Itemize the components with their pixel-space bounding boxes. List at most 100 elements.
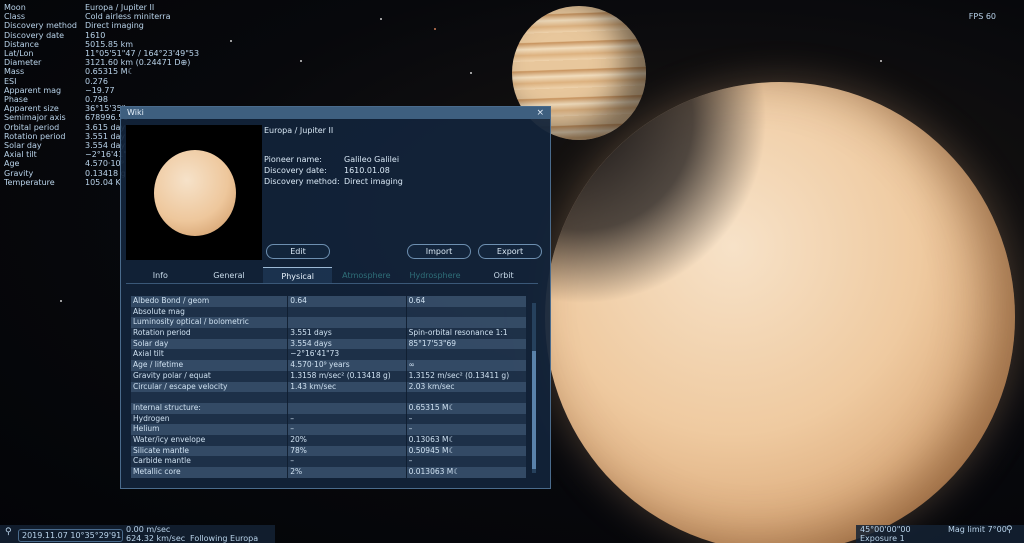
tab-orbit[interactable]: Orbit <box>469 267 538 283</box>
detail-value: Direct imaging <box>344 177 403 186</box>
table-row: Albedo Bond / geom 0.64 0.64 <box>131 296 526 307</box>
tab-physical[interactable]: Physical <box>263 267 333 283</box>
table-cell[interactable]: 0.50945 M☾ <box>407 446 526 457</box>
hud-label: Lat/Lon <box>4 49 34 59</box>
hud-row: Moon Europa / Jupiter II <box>4 3 199 12</box>
hud-row: Discovery date 1610 <box>4 31 199 40</box>
table-cell[interactable]: 0.64 <box>407 296 526 307</box>
table-row: Luminosity optical / bolometric <box>131 317 526 329</box>
europa-shadow <box>545 82 1015 543</box>
hud-value: 3121.60 km (0.24471 D⊕) <box>85 58 191 68</box>
table-cell[interactable] <box>288 306 407 318</box>
table-cell[interactable]: 0.013063 M☾ <box>407 467 526 478</box>
detail-row: Pioneer name: Galileo Galilei <box>264 155 399 164</box>
table-cell[interactable]: 1.3158 m/sec² (0.13418 g) <box>288 370 407 382</box>
table-cell[interactable] <box>288 392 407 403</box>
hud-row: Distance 5015.85 km <box>4 40 199 49</box>
following-status: Following Europa <box>190 534 259 543</box>
table-cell[interactable]: 0.65315 M☾ <box>407 403 526 414</box>
table-cell[interactable]: ∞ <box>407 360 526 371</box>
table-cell[interactable] <box>407 349 526 360</box>
table-cell[interactable]: – <box>288 456 407 467</box>
close-icon[interactable]: × <box>536 107 544 119</box>
table-cell[interactable]: 3.554 days <box>288 338 407 350</box>
detail-value: Galileo Galilei <box>344 155 400 164</box>
table-row: Gravity polar / equat 1.3158 m/sec² (0.13… <box>131 370 526 382</box>
table-cell: Water/icy envelope <box>131 434 289 446</box>
table-cell[interactable]: Spin-orbital resonance 1:1 <box>407 328 526 339</box>
table-cell: Metallic core <box>131 467 289 478</box>
table-cell[interactable] <box>407 307 526 318</box>
table-cell[interactable]: – <box>407 424 526 435</box>
tab-general[interactable]: General <box>195 267 264 283</box>
table-cell[interactable]: −2°16'41"73 <box>288 349 407 361</box>
fps-counter: FPS 60 <box>968 12 996 21</box>
table-row: Internal structure: 0.65315 M☾ <box>131 402 526 414</box>
speed-readout: 0.00 m/sec <box>126 525 171 534</box>
table-cell[interactable] <box>288 317 407 329</box>
hud-row: Discovery method Direct imaging <box>4 21 199 30</box>
wiki-window[interactable]: Wiki × Europa / Jupiter II Pioneer name:… <box>120 106 551 489</box>
wiki-tabs: Info General Physical Atmosphere Hydrosp… <box>126 267 538 284</box>
table-cell[interactable]: 4.570·10⁹ years <box>288 360 407 371</box>
table-row: Metallic core 2% 0.013063 M☾ <box>131 467 526 478</box>
hud-row: Class Cold airless miniterra <box>4 12 199 21</box>
hud-value: 0.798 <box>85 95 108 105</box>
table-row <box>131 392 526 403</box>
hud-value: 0.276 <box>85 76 108 86</box>
tab-info[interactable]: Info <box>126 267 195 283</box>
table-cell: Axial tilt <box>131 349 289 361</box>
status-bar: ⚲ 2019.11.07 10°35°29'91 0.00 m/sec 624.… <box>0 525 1024 543</box>
hud-label: Apparent size <box>4 104 59 114</box>
table-cell: Luminosity optical / bolometric <box>131 317 289 329</box>
hud-value: 4.570·10⁹ <box>85 159 124 169</box>
table-cell: Carbide mantle <box>131 456 289 467</box>
table-cell[interactable]: 1.43 km/sec <box>288 381 407 393</box>
table-cell[interactable]: – <box>288 424 407 435</box>
date-time-field[interactable]: 2019.11.07 10°35°29'91 <box>18 529 123 542</box>
table-row: Carbide mantle – – <box>131 456 526 467</box>
tab-hydrosphere: Hydrosphere <box>409 271 461 280</box>
export-button[interactable]: Export <box>478 244 542 259</box>
table-cell[interactable]: – <box>407 456 526 467</box>
scrollbar-thumb[interactable] <box>532 351 536 469</box>
table-cell[interactable]: 2% <box>288 467 407 478</box>
hud-label: Discovery method <box>4 21 77 31</box>
hud-label: Temperature <box>4 177 55 187</box>
table-cell[interactable]: – <box>288 413 407 425</box>
table-row: Helium – – <box>131 424 526 435</box>
table-cell: Hydrogen <box>131 413 289 425</box>
table-cell[interactable]: 78% <box>288 445 407 457</box>
table-row: Axial tilt −2°16'41"73 <box>131 349 526 361</box>
table-cell[interactable] <box>407 317 526 328</box>
table-cell[interactable]: 3.551 days <box>288 328 407 339</box>
table-cell[interactable] <box>288 402 407 414</box>
table-cell[interactable]: – <box>407 414 526 425</box>
table-cell: Albedo Bond / geom <box>131 296 289 307</box>
table-cell[interactable]: 2.03 km/sec <box>407 382 526 393</box>
wiki-titlebar[interactable]: Wiki × <box>121 107 550 119</box>
table-cell[interactable]: 85°17'53"69 <box>407 339 526 350</box>
edit-button[interactable]: Edit <box>266 244 330 259</box>
hud-value: 105.04 K <box>85 177 121 187</box>
location-pin-icon[interactable]: ⚲ <box>5 527 12 537</box>
mag-limit-readout: Mag limit 7°00 <box>948 525 1007 534</box>
hud-label: Solar day <box>4 141 42 151</box>
table-cell: Silicate mantle <box>131 445 289 457</box>
detail-label: Pioneer name: <box>264 155 322 164</box>
table-cell[interactable] <box>407 392 526 403</box>
time-panel: ⚲ 2019.11.07 10°35°29'91 0.00 m/sec 624.… <box>0 525 275 543</box>
location-pin-icon[interactable]: ⚲ <box>1006 525 1013 535</box>
table-cell[interactable]: 0.13063 M☾ <box>407 435 526 446</box>
hud-value: −19.77 <box>85 85 115 95</box>
import-button[interactable]: Import <box>407 244 471 259</box>
table-cell: Circular / escape velocity <box>131 381 289 393</box>
table-row: Solar day 3.554 days 85°17'53"69 <box>131 338 526 350</box>
table-scrollbar[interactable] <box>532 303 536 473</box>
tab-atmosphere: Atmosphere <box>342 271 391 280</box>
table-cell: Internal structure: <box>131 402 289 414</box>
table-cell[interactable]: 0.64 <box>288 296 407 307</box>
table-cell[interactable]: 20% <box>288 434 407 446</box>
table-cell[interactable]: 1.3152 m/sec² (0.13411 g) <box>407 371 526 382</box>
object-name: Europa / Jupiter II <box>264 126 334 135</box>
